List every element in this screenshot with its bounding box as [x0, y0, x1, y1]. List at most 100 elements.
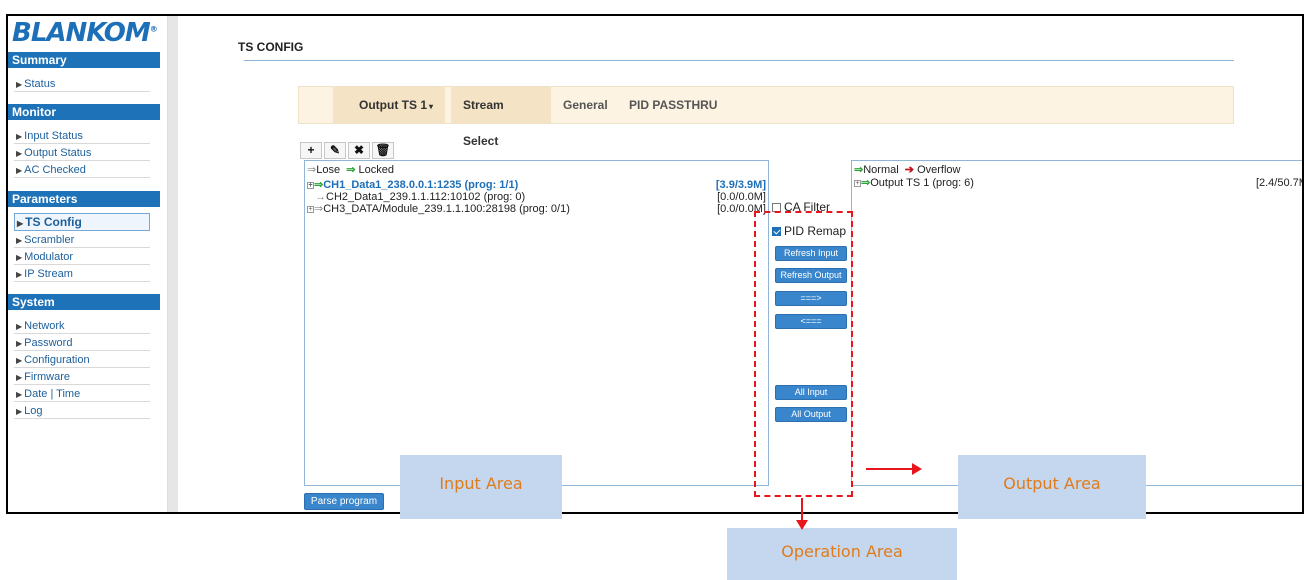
- sidebar-item-ip-stream[interactable]: ▶ IP Stream: [14, 266, 150, 282]
- sidebar-header-summary: Summary: [8, 52, 160, 68]
- input-tree-row[interactable]: +⇒CH3_DATA/Module_239.1.1.100:28198 (pro…: [307, 203, 766, 215]
- tab-output-ts[interactable]: Output TS 1 ▾: [333, 87, 445, 123]
- tab-label: Output TS 1: [359, 98, 427, 112]
- legend-normal: Normal: [863, 164, 899, 176]
- tab-pid-passthru[interactable]: PID PASSTHRU: [617, 87, 729, 123]
- page-title: TS CONFIG: [238, 40, 304, 54]
- legend-overflow: Overflow: [917, 164, 961, 176]
- tab-bar: Output TS 1 ▾ Stream Select General PID P…: [298, 86, 1234, 148]
- triangle-right-icon: ▶: [16, 166, 23, 175]
- arrow-right-icon: ⇒: [314, 179, 324, 191]
- sidebar-item-password[interactable]: ▶ Password: [14, 335, 150, 351]
- triangle-right-icon: ▶: [16, 407, 23, 416]
- sidebar-item-label: Password: [24, 337, 73, 349]
- input-tree-panel[interactable]: ⇒Lose ⇒ Locked +⇒CH1_Data1_238.0.0.1:123…: [304, 160, 769, 486]
- arrow-right-icon: ⇒: [314, 203, 324, 215]
- sidebar-item-label: Modulator: [24, 251, 74, 263]
- tab-stream-select[interactable]: Stream Select: [451, 87, 551, 148]
- sidebar-item-ac-checked[interactable]: ▶ AC Checked: [14, 162, 150, 178]
- row-label: CH1_Data1_238.0.0.1:1235 (prog: 1/1): [323, 179, 519, 191]
- output-area-callout: Output Area: [958, 455, 1146, 519]
- sidebar-item-firmware[interactable]: ▶ Firmware: [14, 369, 150, 385]
- sidebar-item-label: Scrambler: [24, 234, 75, 246]
- sidebar-item-label: AC Checked: [24, 164, 86, 176]
- output-legend: ⇒Normal ➔ Overflow: [854, 163, 960, 176]
- sidebar-item-status[interactable]: ▶ Status: [14, 76, 150, 92]
- row-label: CH2_Data1_239.1.1.112:10102 (prog: 0): [326, 191, 526, 203]
- row-rate: [2.4/50.7M]: [1255, 177, 1302, 189]
- sidebar-item-label: Date | Time: [24, 388, 81, 400]
- sidebar-item-ts-config[interactable]: ▶ TS Config: [14, 213, 150, 231]
- sidebar-item-label: Firmware: [24, 371, 70, 383]
- sidebar-item-scrambler[interactable]: ▶ Scrambler: [14, 232, 150, 248]
- app-frame: BLANKOM® Summary ▶ Status Monitor ▶ Input …: [6, 14, 1304, 514]
- arrow-right-icon: ➔: [904, 164, 915, 176]
- legend-locked: Locked: [358, 164, 394, 176]
- input-legend: ⇒Lose ⇒ Locked: [307, 163, 394, 176]
- caret-down-icon: ▾: [429, 102, 434, 111]
- close-icon[interactable]: ✖: [348, 142, 370, 159]
- sidebar-item-label: Configuration: [24, 354, 90, 366]
- arrow-right-icon: [912, 463, 922, 475]
- input-area-callout: Input Area: [400, 455, 562, 519]
- sidebar-item-label: TS Config: [25, 215, 82, 229]
- expand-icon[interactable]: +: [307, 206, 314, 213]
- brand-logo: BLANKOM®: [12, 18, 158, 48]
- sidebar-item-label: IP Stream: [24, 268, 73, 280]
- triangle-right-icon: ▶: [16, 373, 23, 382]
- row-label: CH3_DATA/Module_239.1.1.100:28198 (prog:…: [323, 203, 570, 215]
- sidebar: BLANKOM® Summary ▶ Status Monitor ▶ Input …: [8, 16, 168, 512]
- parse-program-button[interactable]: Parse program: [304, 493, 384, 510]
- triangle-right-icon: ▶: [16, 322, 23, 331]
- triangle-right-icon: ▶: [16, 80, 23, 89]
- triangle-right-icon: ▶: [16, 356, 23, 365]
- arrow-right-icon: ⇒: [854, 164, 864, 176]
- triangle-right-icon: ▶: [16, 149, 23, 158]
- sidebar-header-monitor: Monitor: [8, 104, 160, 120]
- main-content: TS CONFIG Output TS 1 ▾ Stream Select Gen…: [178, 16, 1302, 512]
- tab-general[interactable]: General: [551, 87, 620, 123]
- sidebar-item-label: Network: [24, 320, 65, 332]
- operation-area-highlight: [754, 211, 853, 497]
- triangle-right-icon: ▶: [16, 132, 23, 141]
- sidebar-item-date-time[interactable]: ▶ Date | Time: [14, 386, 150, 402]
- arrow-right-icon: →: [315, 191, 326, 203]
- expand-icon[interactable]: +: [854, 180, 861, 187]
- triangle-right-icon: ▶: [16, 390, 23, 399]
- sidebar-item-log[interactable]: ▶ Log: [14, 403, 150, 419]
- trash-icon[interactable]: 🗑: [372, 142, 394, 159]
- triangle-right-icon: ▶: [16, 339, 23, 348]
- title-divider: [244, 60, 1234, 61]
- sidebar-item-label: Log: [24, 405, 43, 417]
- row-label: Output TS 1 (prog: 6): [870, 177, 974, 189]
- output-tree-panel[interactable]: ⇒Normal ➔ Overflow +⇒Output TS 1 (prog: …: [851, 160, 1302, 486]
- sidebar-item-network[interactable]: ▶ Network: [14, 318, 150, 334]
- sidebar-item-input-status[interactable]: ▶ Input Status: [14, 128, 150, 144]
- arrow-right-icon: ⇒: [346, 164, 356, 176]
- sidebar-item-label: Input Status: [24, 130, 83, 142]
- output-tree-row[interactable]: +⇒Output TS 1 (prog: 6) [2.4/50.7M]: [854, 177, 1302, 189]
- sidebar-item-configuration[interactable]: ▶ Configuration: [14, 352, 150, 368]
- input-tree-row[interactable]: +⇒CH1_Data1_238.0.0.1:1235 (prog: 1/1) […: [307, 179, 766, 191]
- sidebar-item-label: Status: [24, 78, 56, 90]
- plus-icon[interactable]: +: [300, 142, 322, 159]
- triangle-right-icon: ▶: [17, 219, 24, 228]
- sidebar-item-label: Output Status: [24, 147, 92, 159]
- row-rate: [0.0/0.0M]: [717, 191, 766, 203]
- sidebar-item-output-status[interactable]: ▶ Output Status: [14, 145, 150, 161]
- triangle-right-icon: ▶: [16, 253, 23, 262]
- sidebar-header-system: System: [8, 294, 160, 310]
- triangle-right-icon: ▶: [16, 270, 23, 279]
- pencil-icon[interactable]: ✎: [324, 142, 346, 159]
- legend-lose: Lose: [316, 164, 341, 176]
- arrow-down-icon: [796, 520, 808, 530]
- expand-icon[interactable]: +: [307, 182, 314, 189]
- operation-area-callout: Operation Area: [727, 528, 957, 580]
- triangle-right-icon: ▶: [16, 236, 23, 245]
- arrow-right-icon: ⇒: [861, 177, 871, 189]
- tree-toolbar: + ✎ ✖ 🗑: [300, 142, 394, 160]
- arrow-right-icon: ⇒: [307, 164, 317, 176]
- sidebar-item-modulator[interactable]: ▶ Modulator: [14, 249, 150, 265]
- sidebar-gutter: [168, 16, 178, 512]
- input-tree-row[interactable]: →CH2_Data1_239.1.1.112:10102 (prog: 0) […: [307, 191, 766, 203]
